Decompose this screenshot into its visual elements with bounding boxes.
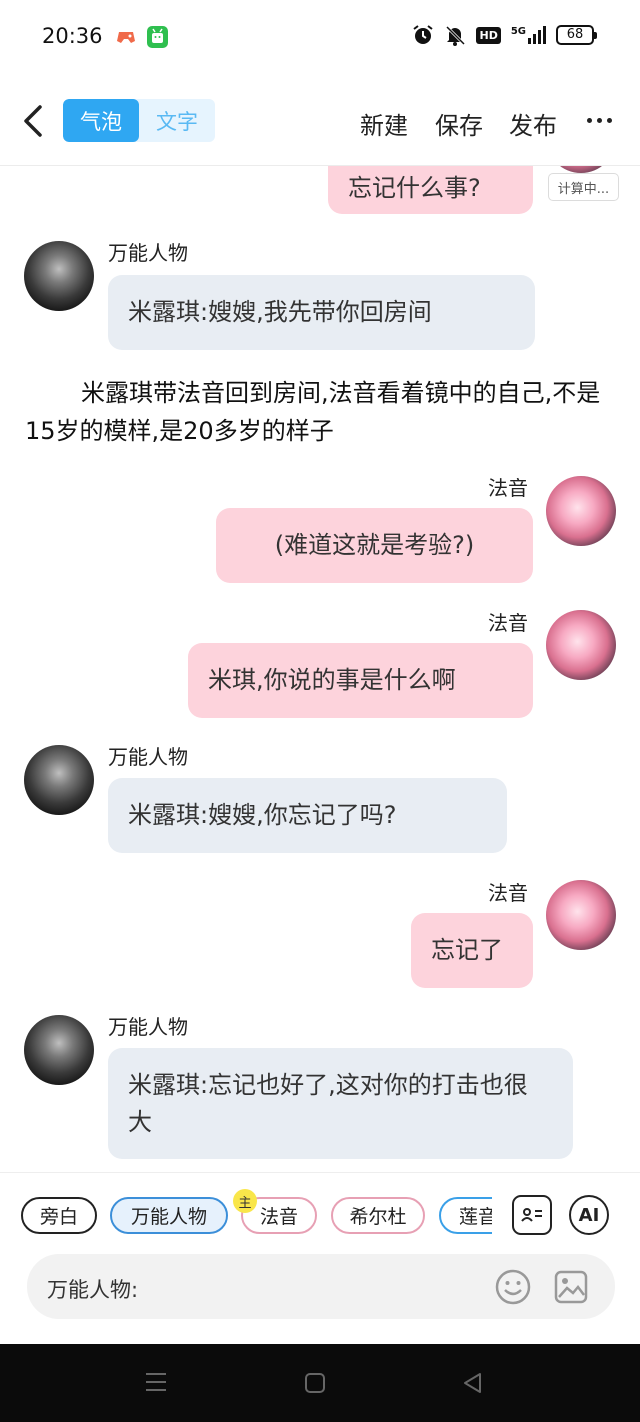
chat-list[interactable]: 忘记什么事? 计算中... 万能人物 米露琪:嫂嫂,我先带你回房间 米露琪带法音…	[0, 166, 640, 1172]
contact-card-icon[interactable]	[512, 1195, 552, 1235]
more-dots-icon[interactable]	[587, 118, 612, 123]
signal-icon: 5G	[511, 26, 546, 44]
avatar[interactable]	[546, 476, 616, 546]
publish-button[interactable]: 发布	[509, 106, 557, 141]
message-text: 忘记什么事?	[348, 173, 481, 202]
status-time: 20:36	[42, 24, 103, 48]
role-selector: 旁白 万能人物 法音 希尔杜 莲音 主	[0, 1173, 492, 1253]
status-bar: 20:36 HD 5G 68	[0, 0, 640, 76]
message-bubble[interactable]: 米露琪:忘记也好了,这对你的打击也很大	[108, 1048, 573, 1159]
message-bubble[interactable]: 米露琪:嫂嫂,你忘记了吗?	[108, 778, 507, 853]
chevron-left-icon[interactable]	[20, 104, 48, 138]
message-bubble[interactable]: (难道这就是考验?)	[216, 508, 533, 583]
android-app-icon	[147, 26, 168, 48]
editor-header: 气泡 文字 新建 保存 发布	[0, 76, 640, 166]
speaker-name: 万能人物	[108, 241, 188, 265]
tab-bubble[interactable]: 气泡	[63, 99, 139, 142]
smile-icon[interactable]	[495, 1269, 531, 1305]
hd-badge: HD	[476, 26, 501, 44]
avatar[interactable]	[24, 745, 94, 815]
message-text: 米露琪:嫂嫂,我先带你回房间	[128, 298, 432, 326]
input-role-prefix: 万能人物:	[47, 1278, 139, 1302]
main-role-badge: 主	[233, 1189, 257, 1213]
message-bubble[interactable]: 忘记了	[411, 913, 533, 988]
role-chip-lianyin[interactable]: 莲音	[439, 1197, 492, 1234]
back-triangle-icon[interactable]	[462, 1372, 484, 1394]
menu-icon[interactable]	[145, 1372, 167, 1392]
new-button[interactable]: 新建	[360, 106, 408, 141]
ai-button[interactable]: AI	[569, 1195, 609, 1235]
mode-toggle: 气泡 文字	[63, 99, 215, 142]
speaker-name: 法音	[488, 476, 528, 500]
speaker-name: 法音	[488, 611, 528, 635]
status-icons: HD 5G 68	[412, 24, 597, 46]
role-chip-universal[interactable]: 万能人物	[110, 1197, 228, 1234]
system-nav-bar	[0, 1344, 640, 1422]
home-icon[interactable]	[304, 1372, 326, 1394]
message-input[interactable]: 万能人物:	[27, 1254, 615, 1319]
avatar[interactable]	[546, 166, 616, 173]
speaker-name: 法音	[488, 881, 528, 905]
avatar[interactable]	[24, 241, 94, 311]
status-badge: 计算中...	[548, 173, 619, 201]
message-text: 忘记了	[431, 936, 503, 964]
role-chip-narrator[interactable]: 旁白	[21, 1197, 97, 1234]
speaker-name: 万能人物	[108, 1015, 188, 1039]
save-button[interactable]: 保存	[435, 106, 483, 141]
message-bubble[interactable]: 忘记什么事?	[328, 166, 533, 214]
composer-panel: 旁白 万能人物 法音 希尔杜 莲音 主 AI 万能人物:	[0, 1172, 640, 1344]
avatar[interactable]	[546, 880, 616, 950]
image-icon[interactable]	[553, 1269, 589, 1305]
mute-icon	[446, 25, 466, 46]
tab-text[interactable]: 文字	[139, 99, 215, 142]
message-text: 米露琪:忘记也好了,这对你的打击也很大	[128, 1070, 528, 1136]
avatar[interactable]	[24, 1015, 94, 1085]
message-bubble[interactable]: 米琪,你说的事是什么啊	[188, 643, 533, 718]
message-text: 米露琪:嫂嫂,你忘记了吗?	[128, 801, 397, 829]
message-bubble[interactable]: 米露琪:嫂嫂,我先带你回房间	[108, 275, 535, 350]
message-text: (难道这就是考验?)	[274, 531, 475, 559]
game-app-icon	[117, 32, 135, 43]
alarm-icon	[413, 25, 434, 44]
narration-text[interactable]: 米露琪带法音回到房间,法音看着镜中的自己,不是15岁的模样,是20多岁的样子	[25, 374, 605, 450]
speaker-name: 万能人物	[108, 745, 188, 769]
role-chip-xierdu[interactable]: 希尔杜	[331, 1197, 425, 1234]
avatar[interactable]	[546, 610, 616, 680]
battery-icon: 68	[556, 25, 597, 45]
message-text: 米琪,你说的事是什么啊	[208, 666, 456, 694]
